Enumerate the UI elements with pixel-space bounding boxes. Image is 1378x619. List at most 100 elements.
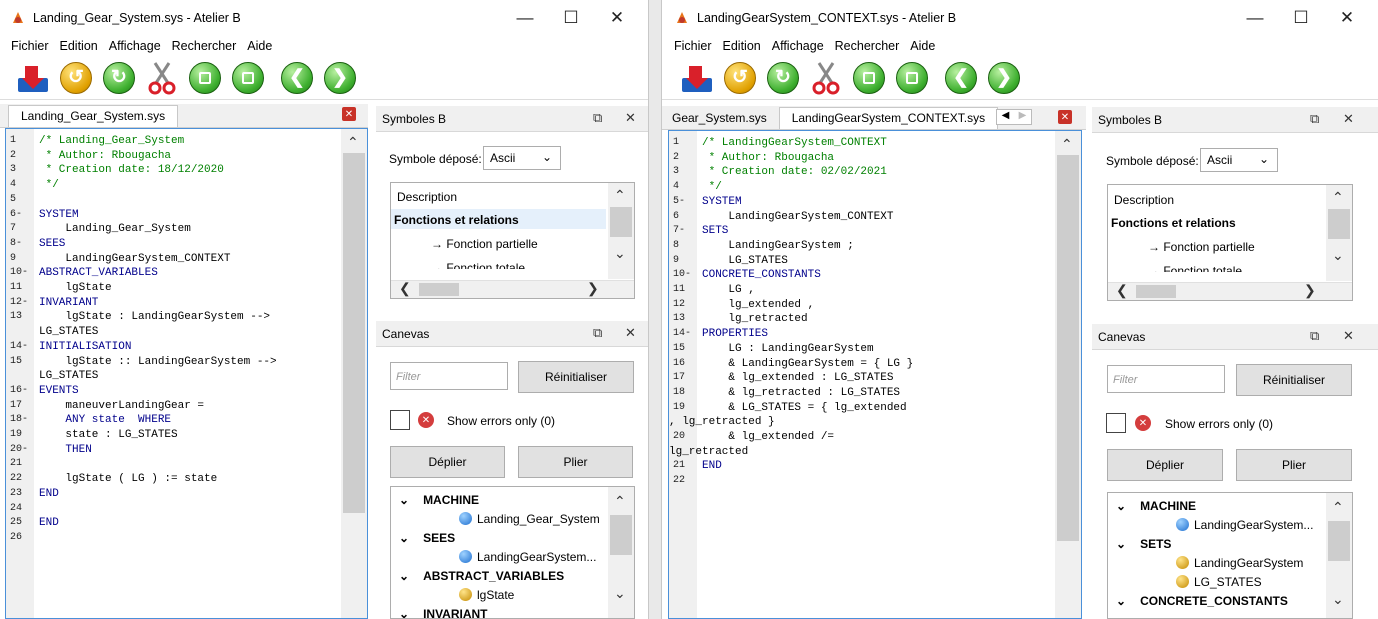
tree-item[interactable]: LandingGearSystem... [459, 550, 596, 564]
list-fonction-totale[interactable]: → Fonction totale [1148, 264, 1242, 272]
tree-item[interactable]: lgState [459, 588, 514, 602]
filter-input[interactable]: Filter [390, 362, 508, 390]
float-icon[interactable]: ⧉ [1310, 328, 1319, 344]
chevron-right-icon[interactable]: ❯ [587, 280, 599, 297]
code-editor[interactable]: ⌃ 1 /* Landing_Gear_System 2 * Author: Rbo… [5, 128, 368, 619]
tab-scroll-right-icon[interactable]: ▶ [1014, 110, 1031, 124]
list-fonction-partielle[interactable]: → Fonction partielle [1148, 240, 1255, 254]
list-vscroll[interactable]: ⌃ ⌄ [1326, 185, 1352, 281]
scrollbar-thumb[interactable] [1057, 155, 1079, 541]
close-icon[interactable]: ✕ [1324, 0, 1370, 36]
title-bar[interactable]: Landing_Gear_System.sys - Atelier B — ☐ … [0, 0, 648, 36]
reinitialiser-button[interactable]: Réinitialiser [1236, 364, 1352, 396]
tree-item[interactable]: Landing_Gear_System [459, 512, 600, 526]
save-button[interactable] [14, 59, 52, 97]
scrollbar-thumb[interactable] [419, 283, 459, 296]
redo-button[interactable]: ↻ [764, 59, 802, 97]
tree-section[interactable]: ⌄ MACHINE [1116, 499, 1196, 513]
scrollbar-thumb[interactable] [1328, 521, 1350, 561]
float-icon[interactable]: ⧉ [593, 110, 602, 126]
float-icon[interactable]: ⧉ [1310, 111, 1319, 127]
tree-item[interactable]: LandingGearSystem... [1176, 518, 1313, 532]
tree-item[interactable]: LG_STATES [1176, 575, 1262, 589]
tree-item[interactable]: LandingGearSystem [1176, 556, 1303, 570]
chevron-down-icon[interactable]: ⌄ [614, 245, 626, 262]
menu-edition[interactable]: Edition [723, 39, 761, 53]
redo-button[interactable]: ↻ [100, 59, 138, 97]
list-fonctions[interactable]: Fonctions et relations [1111, 216, 1236, 230]
scrollbar-thumb[interactable] [1328, 209, 1350, 239]
paste-button[interactable] [893, 59, 931, 97]
plier-button[interactable]: Plier [518, 446, 633, 478]
tab-landing-gear-system[interactable]: Gear_System.sys [662, 107, 773, 129]
tree-vscroll[interactable]: ⌃ ⌄ [1326, 493, 1352, 618]
close-panel-icon[interactable]: ✕ [1343, 111, 1354, 127]
save-button[interactable] [678, 59, 716, 97]
plier-button[interactable]: Plier [1236, 449, 1352, 481]
list-hscroll[interactable]: ❮ ❯ [1108, 282, 1352, 300]
title-bar[interactable]: LandingGearSystem_CONTEXT.sys - Atelier … [662, 0, 1378, 36]
chevron-down-icon[interactable]: ⌄ [399, 569, 409, 583]
list-vscroll[interactable]: ⌃ ⌄ [608, 183, 634, 279]
list-fonctions[interactable]: Fonctions et relations [394, 213, 519, 227]
tab-landing-gear-system[interactable]: Landing_Gear_System.sys [8, 104, 179, 127]
close-icon[interactable]: ✕ [594, 0, 640, 36]
chevron-down-icon[interactable]: ⌄ [1116, 537, 1126, 551]
tree-section[interactable]: ⌄ MACHINE [399, 493, 479, 507]
list-fonction-partielle[interactable]: → Fonction partielle [431, 237, 538, 251]
close-panel-icon[interactable]: ✕ [625, 325, 636, 341]
chevron-up-icon[interactable]: ⌃ [1061, 136, 1073, 153]
chevron-up-icon[interactable]: ⌃ [1332, 499, 1344, 516]
cut-button[interactable] [143, 59, 181, 97]
tree-section[interactable]: ⌄ ABSTRACT_VARIABLES [399, 569, 564, 583]
list-description[interactable]: Description [397, 190, 457, 204]
scrollbar-thumb[interactable] [343, 153, 365, 513]
chevron-up-icon[interactable]: ⌃ [614, 187, 626, 204]
float-icon[interactable]: ⧉ [593, 325, 602, 341]
tab-scroll-left-icon[interactable]: ◀ [997, 110, 1014, 124]
scrollbar-thumb[interactable] [610, 207, 632, 237]
reinitialiser-button[interactable]: Réinitialiser [518, 361, 634, 393]
symbole-depose-select[interactable]: Ascii ⌄ [1200, 148, 1278, 172]
chevron-down-icon[interactable]: ⌄ [399, 493, 409, 507]
menu-affichage[interactable]: Affichage [109, 39, 161, 53]
forward-button[interactable]: ❯ [985, 59, 1023, 97]
close-tab-icon[interactable]: ✕ [342, 107, 356, 121]
tree-section[interactable]: ⌄ SEES [399, 531, 455, 545]
tree-vscroll[interactable]: ⌃ ⌄ [608, 487, 634, 618]
menu-rechercher[interactable]: Rechercher [172, 39, 237, 53]
menu-fichier[interactable]: Fichier [674, 39, 712, 53]
back-button[interactable]: ❮ [278, 59, 316, 97]
menu-rechercher[interactable]: Rechercher [835, 39, 900, 53]
paste-button[interactable] [229, 59, 267, 97]
forward-button[interactable]: ❯ [321, 59, 359, 97]
chevron-down-icon[interactable]: ⌄ [1332, 591, 1344, 608]
menu-fichier[interactable]: Fichier [11, 39, 49, 53]
chevron-down-icon[interactable]: ⌄ [1116, 594, 1126, 608]
chevron-right-icon[interactable]: ❯ [1304, 282, 1316, 299]
list-hscroll[interactable]: ❮ ❯ [391, 280, 634, 298]
code-editor[interactable]: ⌃ 1 /* LandingGearSystem_CONTEXT 2 * Autho… [668, 130, 1082, 619]
deplier-button[interactable]: Déplier [390, 446, 505, 478]
scrollbar-thumb[interactable] [610, 515, 632, 555]
close-tab-icon[interactable]: ✕ [1058, 110, 1072, 124]
minimize-icon[interactable]: — [1232, 0, 1278, 36]
chevron-up-icon[interactable]: ⌃ [347, 134, 359, 151]
undo-button[interactable]: ↺ [57, 59, 95, 97]
copy-button[interactable] [186, 59, 224, 97]
menu-edition[interactable]: Edition [60, 39, 98, 53]
chevron-up-icon[interactable]: ⌃ [614, 493, 626, 510]
tree-section[interactable]: ⌄ CONCRETE_CONSTANTS [1116, 594, 1288, 608]
scrollbar-thumb[interactable] [1136, 285, 1176, 298]
undo-button[interactable]: ↺ [721, 59, 759, 97]
chevron-down-icon[interactable]: ⌄ [1116, 499, 1126, 513]
minimize-icon[interactable]: — [502, 0, 548, 36]
chevron-down-icon[interactable]: ⌄ [614, 585, 626, 602]
show-errors-checkbox[interactable] [1106, 413, 1126, 433]
deplier-button[interactable]: Déplier [1107, 449, 1223, 481]
filter-input[interactable]: Filter [1107, 365, 1225, 393]
show-errors-checkbox[interactable] [390, 410, 410, 430]
copy-button[interactable] [850, 59, 888, 97]
close-panel-icon[interactable]: ✕ [1343, 328, 1354, 344]
chevron-left-icon[interactable]: ❮ [1116, 282, 1128, 299]
